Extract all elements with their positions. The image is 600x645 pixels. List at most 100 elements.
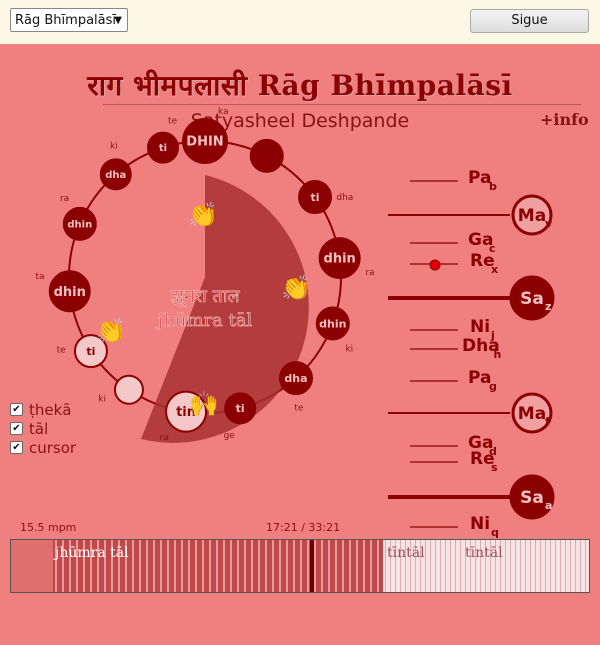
timeline-tick — [146, 540, 148, 592]
timeline-tick — [181, 540, 183, 592]
timeline-tick — [349, 540, 351, 592]
timeline-tick — [535, 540, 536, 592]
beat-bol: dha — [284, 372, 307, 385]
note-row[interactable]: Pag — [410, 368, 497, 393]
note-row[interactable]: Rex — [410, 251, 498, 276]
note-name: Ni — [470, 514, 490, 534]
tempo-readout: 15.5 mpm — [20, 521, 77, 534]
beat-bol: dhin — [324, 252, 356, 267]
top-bar: Rāg Bhīmpalāsī ▼ Sigue — [0, 0, 600, 44]
toggle-label: tāl — [29, 419, 49, 438]
note-name: Sa — [520, 488, 544, 508]
timeline-tick — [515, 540, 516, 592]
next-button[interactable]: Sigue — [470, 9, 589, 33]
beat-bol: dhin — [67, 219, 92, 230]
note-row[interactable]: Mav — [388, 194, 553, 236]
tal-and-notes-canvas: झूमरा ताल jhūmra tāl DHINkati dhadhinradh… — [35, 107, 555, 539]
timeline-tick — [510, 540, 511, 592]
timeline-label: jhūmra tāl — [55, 545, 129, 561]
timeline-tick — [230, 540, 232, 592]
timeline-tick — [585, 540, 586, 592]
beat-syllable: ge — [224, 431, 236, 441]
beat-syllable: dha — [336, 193, 353, 203]
note-row[interactable]: Sa z — [388, 275, 555, 321]
timeline-tick — [455, 540, 456, 592]
timeline-tick — [321, 540, 323, 592]
timeline-tick — [188, 540, 190, 592]
timeline-scrubber[interactable]: jhūmra tāl tīntāl tīntāl — [10, 539, 590, 593]
timeline-tick — [293, 540, 295, 592]
beat-syllable: te — [57, 345, 67, 355]
timeline-tick — [363, 540, 365, 592]
note-row[interactable]: Ni q — [410, 514, 499, 539]
note-key: b — [489, 180, 497, 193]
note-key: s — [491, 461, 498, 474]
note-name: Ma — [518, 206, 546, 226]
note-row[interactable]: Sa a — [388, 474, 555, 520]
playhead[interactable] — [310, 540, 314, 592]
timeline-tick — [335, 540, 337, 592]
checkbox-icon[interactable]: ✔ — [10, 422, 23, 435]
beat-syllable: te — [168, 116, 178, 126]
note-name: Ni — [470, 317, 490, 337]
beat-syllable: ka — [218, 107, 229, 117]
beat-bol: ti — [236, 402, 245, 415]
timeline-tick — [195, 540, 197, 592]
beat-node: dhin ra — [60, 194, 97, 241]
toggle-theka[interactable]: ✔ ṭhekā — [10, 400, 76, 419]
timeline-tick — [570, 540, 571, 592]
checkbox-icon[interactable]: ✔ — [10, 441, 23, 454]
timeline-tick — [540, 540, 541, 592]
timeline-tick — [258, 540, 260, 592]
chevron-down-icon: ▼ — [114, 15, 122, 26]
toggle-tal[interactable]: ✔ tāl — [10, 419, 76, 438]
raga-select[interactable]: Rāg Bhīmpalāsī ▼ — [10, 8, 128, 32]
note-row[interactable]: Dhah — [410, 336, 501, 361]
timeline-tick — [342, 540, 344, 592]
timeline-tick — [216, 540, 218, 592]
timeline-tick — [560, 540, 561, 592]
beat-bol: dhin — [54, 285, 86, 300]
toggle-label: cursor — [29, 438, 77, 457]
checkbox-icon[interactable]: ✔ — [10, 403, 23, 416]
beat-bol: ti — [86, 345, 95, 358]
timeline-tick — [153, 540, 155, 592]
timeline-tick — [139, 540, 141, 592]
beat-node: ti ge — [224, 392, 257, 441]
timeline-tick — [505, 540, 506, 592]
note-name: Pa — [468, 168, 491, 188]
timeline-label: tīntāl — [465, 545, 503, 561]
beat-syllable: ki — [110, 141, 118, 151]
timeline-tick — [307, 540, 309, 592]
note-key: q — [491, 526, 499, 539]
note-row[interactable]: Maf — [388, 392, 553, 434]
timeline-tick — [209, 540, 211, 592]
timeline-tick — [370, 540, 372, 592]
toggle-label: ṭhekā — [29, 400, 72, 419]
timeline-tick — [279, 540, 281, 592]
note-row[interactable]: Res — [410, 449, 498, 474]
timeline-tick — [555, 540, 556, 592]
timeline-tick — [445, 540, 446, 592]
clap-icon: 👏 — [281, 274, 311, 302]
toggle-cursor[interactable]: ✔ cursor — [10, 438, 76, 457]
note-key: a — [545, 499, 552, 512]
timeline-tick — [167, 540, 169, 592]
tal-name-devanagari: झूमरा ताल — [170, 286, 240, 307]
beat-node: dha ki — [99, 141, 132, 191]
beat-node: ki — [98, 374, 144, 405]
timeline-tick — [460, 540, 461, 592]
timeline-tick — [132, 540, 134, 592]
beat-syllable: ra — [160, 433, 169, 443]
timeline-intro — [11, 540, 53, 592]
note-key: g — [489, 380, 497, 393]
timeline-tick — [300, 540, 302, 592]
timeline-tick — [545, 540, 546, 592]
timeline-tick — [202, 540, 204, 592]
timeline-tick — [385, 540, 386, 592]
note-row[interactable]: Pab — [410, 168, 497, 193]
wave-hand-icon: 🙌 — [189, 390, 219, 418]
timeline-tick — [174, 540, 176, 592]
beat-bol: DHIN — [186, 135, 223, 150]
timeline-tick — [377, 540, 379, 592]
